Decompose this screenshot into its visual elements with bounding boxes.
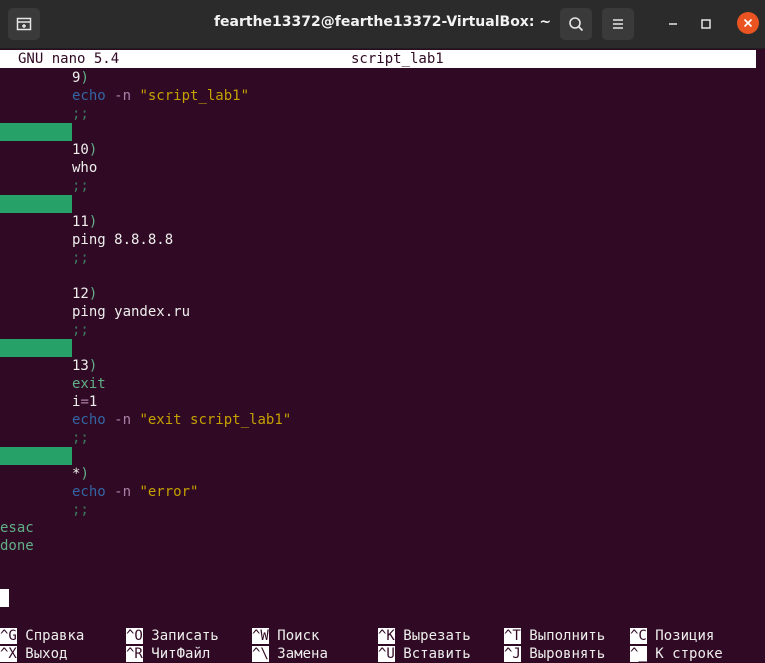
shortcut-item: ^X Выход xyxy=(0,645,67,663)
code-token: ;; xyxy=(72,322,89,338)
search-icon xyxy=(569,17,584,32)
nano-line-marker xyxy=(0,195,72,213)
shortcut-label: Поиск xyxy=(277,628,320,644)
shortcut-item: ^R ЧитФайл xyxy=(126,645,210,663)
maximize-icon xyxy=(701,19,711,29)
code-token: "script_lab1" xyxy=(139,88,250,104)
code-token: 10 xyxy=(72,142,89,158)
code-token: 12 xyxy=(72,286,89,302)
code-token: "error" xyxy=(139,484,199,500)
nano-version: GNU nano 5.4 xyxy=(18,51,120,67)
hamburger-menu-icon xyxy=(613,19,623,29)
code-token: 11 xyxy=(72,214,89,230)
minimize-icon xyxy=(669,23,677,25)
shortcut-label: ЧитФайл xyxy=(151,646,211,662)
shortcut-key: ^C xyxy=(630,628,647,644)
nano-line-marker xyxy=(0,339,72,357)
shortcut-key: ^X xyxy=(0,646,17,662)
code-token: who xyxy=(72,160,98,176)
shortcut-label: Справка xyxy=(25,628,85,644)
code-token: echo xyxy=(72,412,106,428)
shortcut-label: Записать xyxy=(151,628,219,644)
nano-filename: script_lab1 xyxy=(351,51,444,67)
shortcut-key: ^U xyxy=(378,646,395,662)
shortcut-label: Выполнить xyxy=(529,628,606,644)
shortcut-item: ^\ Замена xyxy=(252,645,328,663)
shortcut-label: Вставить xyxy=(403,646,471,662)
code-token: ;; xyxy=(72,250,89,266)
shortcut-label: Выровнять xyxy=(529,646,606,662)
shortcut-item: ^T Выполнить xyxy=(504,627,605,645)
terminal-area[interactable]: GNU nano 5.4 script_lab1 9) echo -n "scri… xyxy=(0,49,765,662)
code-token: -n xyxy=(114,88,132,104)
shortcut-item: ^O Записать xyxy=(126,627,219,645)
shortcut-key: ^R xyxy=(126,646,143,662)
maximize-button[interactable] xyxy=(694,12,718,36)
shortcut-key: ^T xyxy=(504,628,521,644)
code-token: ) xyxy=(80,466,89,482)
shortcut-item: ^W Поиск xyxy=(252,627,319,645)
nano-line-marker xyxy=(0,123,72,141)
shortcut-key: ^K xyxy=(378,628,395,644)
shortcut-label: Замена xyxy=(277,646,328,662)
code-token: ) xyxy=(88,286,98,302)
code-token: 13 xyxy=(72,358,89,374)
shortcut-item: ^J Выровнять xyxy=(504,645,605,663)
nano-header-bar: GNU nano 5.4 script_lab1 xyxy=(0,50,756,68)
shortcut-label: Вырезать xyxy=(403,628,471,644)
code-token: ping 8.8.8.8 xyxy=(72,232,174,248)
code-line: esac xyxy=(0,519,34,537)
nano-line-marker xyxy=(0,447,72,465)
code-token: ;; xyxy=(72,178,89,194)
code-token: ) xyxy=(88,358,98,374)
shortcut-key: ^\ xyxy=(252,646,269,662)
code-token: ;; xyxy=(72,106,89,122)
text-cursor xyxy=(0,589,9,607)
window-title: fearthe13372@fearthe13372-VirtualBox: ~ xyxy=(213,14,552,30)
search-button[interactable] xyxy=(560,8,592,40)
menu-button[interactable] xyxy=(602,8,634,40)
shortcut-item: ^C Позиция xyxy=(630,627,714,645)
shortcut-key: ^J xyxy=(504,646,521,662)
close-button[interactable] xyxy=(737,12,759,34)
code-token: ) xyxy=(80,70,89,86)
code-token: -n xyxy=(114,484,132,500)
shortcut-key: ^G xyxy=(0,628,17,644)
code-token: 1 xyxy=(88,394,98,410)
close-icon xyxy=(743,18,753,28)
code-token: "exit script_lab1" xyxy=(139,412,292,428)
shortcut-label: К строке xyxy=(655,646,723,662)
code-token: echo xyxy=(72,88,106,104)
code-token: ;; xyxy=(72,430,89,446)
code-token: echo xyxy=(72,484,106,500)
code-token: esac xyxy=(0,520,34,536)
shortcut-key: ^W xyxy=(252,628,269,644)
code-token: ;; xyxy=(72,502,89,518)
code-token: done xyxy=(0,538,34,554)
shortcut-label: Выход xyxy=(25,646,68,662)
shortcut-key: ^O xyxy=(126,628,143,644)
code-token: exit xyxy=(72,376,106,392)
code-token: = xyxy=(80,394,89,410)
code-line: done xyxy=(0,537,34,555)
shortcut-key: ^_ xyxy=(630,646,647,662)
window-titlebar: fearthe13372@fearthe13372-VirtualBox: ~ xyxy=(0,0,765,49)
shortcut-item: ^G Справка xyxy=(0,627,84,645)
shortcut-item: ^U Вставить xyxy=(378,645,471,663)
code-token: ) xyxy=(88,214,98,230)
shortcut-item: ^_ К строке xyxy=(630,645,723,663)
shortcut-label: Позиция xyxy=(655,628,715,644)
code-token: -n xyxy=(114,412,132,428)
code-token: ) xyxy=(88,142,98,158)
code-token: ping yandex.ru xyxy=(72,304,191,320)
shortcut-item: ^K Вырезать xyxy=(378,627,471,645)
minimize-button[interactable] xyxy=(661,12,685,36)
